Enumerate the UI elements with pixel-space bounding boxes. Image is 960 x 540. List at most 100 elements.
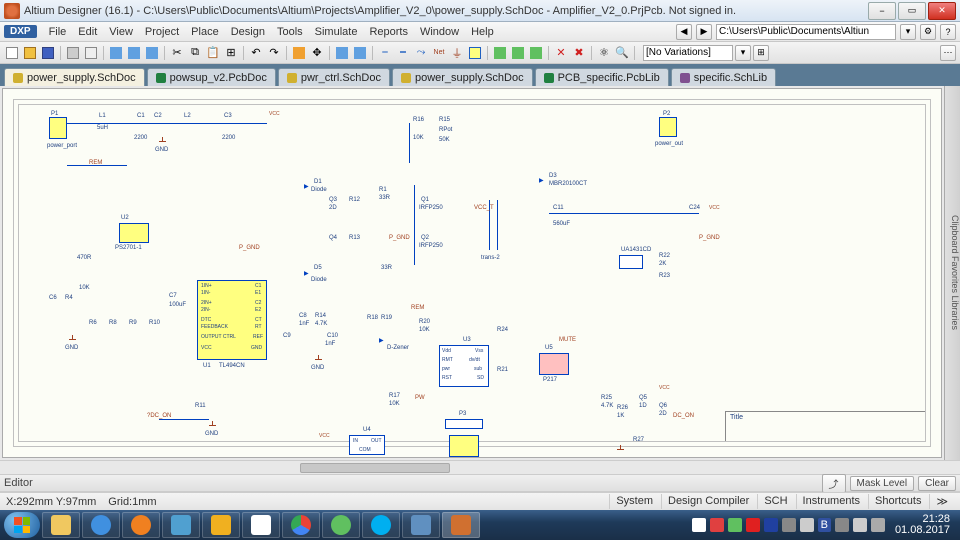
- copy-icon[interactable]: ⧉: [187, 45, 203, 61]
- comp-p1[interactable]: [49, 117, 67, 139]
- select-icon[interactable]: [291, 45, 307, 61]
- zoom-fit-icon[interactable]: [108, 45, 124, 61]
- print-icon[interactable]: [65, 45, 81, 61]
- zoom-sel-icon[interactable]: [144, 45, 160, 61]
- path-go-button[interactable]: ⚙: [920, 24, 936, 40]
- wire[interactable]: [67, 123, 267, 124]
- taskbar-skype[interactable]: [362, 512, 400, 538]
- horizontal-scrollbar[interactable]: [0, 460, 960, 474]
- wire[interactable]: [414, 185, 415, 265]
- menu-window[interactable]: Window: [414, 24, 465, 40]
- stamp-icon[interactable]: ⊞: [223, 45, 239, 61]
- wire-icon[interactable]: ⎯: [377, 45, 393, 61]
- power-icon[interactable]: ⏚: [449, 45, 465, 61]
- path-help-button[interactable]: ?: [940, 24, 956, 40]
- taskbar-ie[interactable]: [82, 512, 120, 538]
- close-button[interactable]: ✕: [928, 2, 956, 20]
- hierarchy-icon[interactable]: [334, 45, 350, 61]
- menu-place[interactable]: Place: [185, 24, 225, 40]
- taskbar-explorer[interactable]: [42, 512, 80, 538]
- schematic-canvas[interactable]: P1 power_port L1 5uH C1 C2 2200 L2 C3 22…: [2, 88, 942, 458]
- tab-sch-lib[interactable]: specific.SchLib: [671, 68, 776, 86]
- redo-icon[interactable]: ↷: [266, 45, 282, 61]
- comp-u5[interactable]: [539, 353, 569, 375]
- tray-volume-icon[interactable]: [853, 518, 867, 532]
- netlabel-icon[interactable]: Net: [431, 45, 447, 61]
- menu-simulate[interactable]: Simulate: [309, 24, 364, 40]
- preview-icon[interactable]: [83, 45, 99, 61]
- menu-file[interactable]: File: [43, 24, 73, 40]
- part-icon[interactable]: [467, 45, 483, 61]
- tray-av-icon[interactable]: [710, 518, 724, 532]
- menu-help[interactable]: Help: [465, 24, 500, 40]
- taskbar-wmp[interactable]: [122, 512, 160, 538]
- nav-fwd-button[interactable]: ▶: [696, 24, 712, 40]
- move-icon[interactable]: ✥: [309, 45, 325, 61]
- wire[interactable]: [67, 165, 127, 166]
- sheet-symbol-icon[interactable]: [492, 45, 508, 61]
- path-dropdown-button[interactable]: ▾: [900, 24, 916, 40]
- xref-icon[interactable]: [352, 45, 368, 61]
- config-icon[interactable]: ⊞: [753, 45, 769, 61]
- tab-pwr-ctrl-sch[interactable]: pwr_ctrl.SchDoc: [278, 68, 390, 86]
- panel-sch[interactable]: SCH: [757, 494, 793, 509]
- signal-icon[interactable]: ⤳: [413, 45, 429, 61]
- menu-reports[interactable]: Reports: [363, 24, 414, 40]
- taskbar-chrome[interactable]: [282, 512, 320, 538]
- comp-d3[interactable]: [539, 177, 547, 183]
- panel-design-compiler[interactable]: Design Compiler: [661, 494, 755, 509]
- wire[interactable]: [549, 213, 699, 214]
- menu-project[interactable]: Project: [139, 24, 185, 40]
- taskbar-utorrent[interactable]: [322, 512, 360, 538]
- tray-action-icon[interactable]: [800, 518, 814, 532]
- tray-alert-icon[interactable]: [746, 518, 760, 532]
- tray-battery-icon[interactable]: [782, 518, 796, 532]
- cut-icon[interactable]: ✂: [169, 45, 185, 61]
- minimize-button[interactable]: −: [868, 2, 896, 20]
- save-icon[interactable]: [40, 45, 56, 61]
- comp-zener[interactable]: [379, 337, 387, 343]
- compile-icon[interactable]: ⚛: [596, 45, 612, 61]
- wire[interactable]: [497, 200, 498, 250]
- taskbar-mail[interactable]: [202, 512, 240, 538]
- new-doc-icon[interactable]: [4, 45, 20, 61]
- port-icon[interactable]: [510, 45, 526, 61]
- variations-dropdown-icon[interactable]: ▾: [735, 45, 751, 61]
- panel-system[interactable]: System: [609, 494, 659, 509]
- nav-back-button[interactable]: ◀: [676, 24, 692, 40]
- clear-button[interactable]: Clear: [918, 476, 956, 491]
- comp-p2[interactable]: [659, 117, 677, 137]
- menu-edit[interactable]: Edit: [72, 24, 103, 40]
- comp-p3[interactable]: [445, 419, 483, 429]
- tray-wifi-icon[interactable]: [871, 518, 885, 532]
- panel-overflow[interactable]: ≫: [929, 494, 954, 509]
- tray-app-icon[interactable]: [728, 518, 742, 532]
- taskbar-altium[interactable]: [442, 512, 480, 538]
- jump-button[interactable]: ⤴: [822, 474, 846, 493]
- comp-d5[interactable]: [304, 270, 312, 276]
- taskbar-clock[interactable]: 21:28 01.08.2017: [889, 514, 956, 536]
- side-panel-tabs[interactable]: Clipboard Favorites Libraries: [944, 86, 960, 460]
- tray-network-icon[interactable]: [835, 518, 849, 532]
- path-combo[interactable]: [716, 24, 896, 40]
- comp-p5[interactable]: [449, 435, 479, 457]
- undo-icon[interactable]: ↶: [248, 45, 264, 61]
- taskbar-photos[interactable]: [402, 512, 440, 538]
- variations-combo[interactable]: [No Variations]: [643, 45, 733, 61]
- scrollbar-thumb[interactable]: [300, 463, 450, 473]
- browse-icon[interactable]: 🔍: [614, 45, 630, 61]
- toolbar-overflow-icon[interactable]: ⋯: [940, 45, 956, 61]
- tab-pcb-lib[interactable]: PCB_specific.PcbLib: [535, 68, 669, 86]
- tray-show-hidden-icon[interactable]: [692, 518, 706, 532]
- panel-instruments[interactable]: Instruments: [796, 494, 866, 509]
- tray-bt-icon[interactable]: [764, 518, 778, 532]
- comp-u2[interactable]: [119, 223, 149, 243]
- maximize-button[interactable]: ▭: [898, 2, 926, 20]
- tab-powsup-pcb[interactable]: powsup_v2.PcbDoc: [147, 68, 276, 86]
- start-button[interactable]: [4, 512, 40, 538]
- mask-level-button[interactable]: Mask Level: [850, 476, 915, 491]
- tab-power-supply-sch[interactable]: power_supply.SchDoc: [4, 68, 145, 86]
- tray-lang[interactable]: B: [818, 518, 831, 532]
- bus-icon[interactable]: ⎯: [395, 45, 411, 61]
- dxp-menu[interactable]: DXP: [4, 25, 37, 38]
